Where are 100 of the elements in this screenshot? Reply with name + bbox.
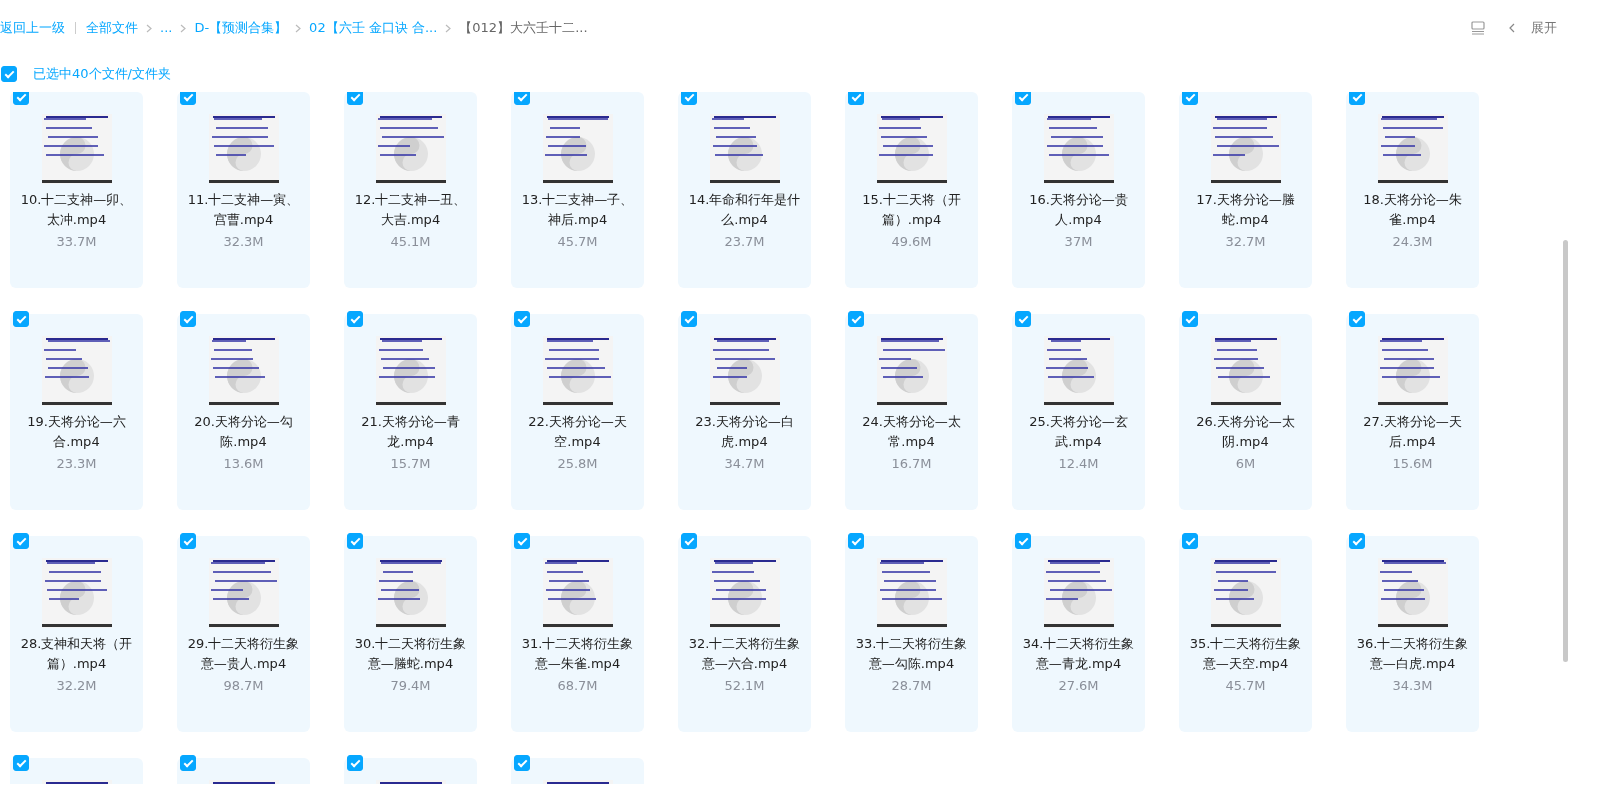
file-card[interactable]: 35.十二天将衍生象意—天空.mp4 45.7M [1179,536,1312,732]
file-card[interactable]: 22.天将分论—天空.mp4 25.8M [511,314,644,510]
file-size: 23.3M [56,455,97,473]
file-name: 32.十二天将衍生象意—六合.mp4 [688,635,801,673]
file-size: 68.7M [557,677,598,695]
file-name: 20.天将分论—勾陈.mp4 [193,413,294,451]
checkbox[interactable] [1,66,17,82]
file-card[interactable]: 13.十二支神—子、神后.mp4 45.7M [511,92,644,288]
checkbox[interactable] [681,92,697,105]
file-card[interactable]: 15.十二天将（开篇）.mp4 49.6M [845,92,978,288]
file-card[interactable]: 29.十二天将衍生象意—贵人.mp4 98.7M [177,536,310,732]
file-card[interactable]: 27.天将分论—天后.mp4 15.6M [1346,314,1479,510]
checkbox[interactable] [13,755,29,771]
file-name: 18.天将分论—朱雀.mp4 [1362,191,1463,229]
file-name: 34.十二天将衍生象意—青龙.mp4 [1022,635,1135,673]
file-card[interactable]: 17.天将分论—螣蛇.mp4 32.7M [1179,92,1312,288]
file-card[interactable]: 34.十二天将衍生象意—青龙.mp4 27.6M [1012,536,1145,732]
file-card[interactable]: 31.十二天将衍生象意—朱雀.mp4 68.7M [511,536,644,732]
checkbox[interactable] [13,92,29,105]
file-name: 30.十二天将衍生象意—螣蛇.mp4 [354,635,467,673]
checkbox[interactable] [1349,533,1365,549]
breadcrumb-link[interactable]: 【012】大六壬十二... [459,18,588,38]
checkbox[interactable] [1015,311,1031,327]
file-card[interactable]: 19.天将分论—六合.mp4 23.3M [10,314,143,510]
checkbox[interactable] [848,311,864,327]
checkbox[interactable] [1182,533,1198,549]
file-size: 32.7M [1225,233,1266,251]
file-name: 21.天将分论—青龙.mp4 [360,413,461,451]
file-card[interactable]: 12.十二支神—丑、大吉.mp4 45.1M [344,92,477,288]
checkbox[interactable] [347,755,363,771]
file-name: 19.天将分论—六合.mp4 [26,413,127,451]
checkbox[interactable] [1182,311,1198,327]
file-card[interactable]: 20.天将分论—勾陈.mp4 13.6M [177,314,310,510]
checkbox[interactable] [681,311,697,327]
file-card[interactable]: 26.天将分论—太阴.mp4 6M [1179,314,1312,510]
file-size: 25.8M [557,455,598,473]
checkbox[interactable] [514,92,530,105]
file-card[interactable]: 24.天将分论—太常.mp4 16.7M [845,314,978,510]
file-card[interactable]: 23.天将分论—白虎.mp4 34.7M [678,314,811,510]
checkbox[interactable] [13,533,29,549]
file-size: 28.7M [891,677,932,695]
checkbox[interactable] [1182,92,1198,105]
checkbox[interactable] [347,311,363,327]
file-size: 45.7M [1225,677,1266,695]
file-name: 23.天将分论—白虎.mp4 [694,413,795,451]
checkbox[interactable] [848,533,864,549]
checkbox[interactable] [1015,92,1031,105]
file-name: 31.十二天将衍生象意—朱雀.mp4 [521,635,634,673]
checkbox[interactable] [681,533,697,549]
file-name: 13.十二支神—子、神后.mp4 [521,191,634,229]
file-name: 22.天将分论—天空.mp4 [527,413,628,451]
checkbox[interactable] [180,533,196,549]
file-size: 33.7M [56,233,97,251]
checkbox[interactable] [347,533,363,549]
file-size: 34.7M [724,455,765,473]
expand-button[interactable]: 展开 [1509,18,1557,38]
file-size: 52.1M [724,677,765,695]
checkbox[interactable] [848,92,864,105]
file-name: 24.天将分论—太常.mp4 [861,413,962,451]
file-card[interactable]: 28.支神和天将（开篇）.mp4 32.2M [10,536,143,732]
checkbox[interactable] [347,92,363,105]
file-size: 6M [1235,455,1256,473]
view-toggle-icon[interactable] [1471,21,1485,35]
file-size: 32.2M [56,677,97,695]
checkbox[interactable] [180,311,196,327]
file-size: 34.3M [1392,677,1433,695]
file-card[interactable]: 33.十二天将衍生象意—勾陈.mp4 28.7M [845,536,978,732]
checkbox[interactable] [180,755,196,771]
file-size: 45.1M [390,233,431,251]
file-size: 27.6M [1058,677,1099,695]
file-size: 12.4M [1058,455,1099,473]
file-card[interactable]: 21.天将分论—青龙.mp4 15.7M [344,314,477,510]
file-card[interactable]: 18.天将分论—朱雀.mp4 24.3M [1346,92,1479,288]
file-card[interactable]: 10.十二支神—卯、太冲.mp4 33.7M [10,92,143,288]
file-size: 23.7M [724,233,765,251]
file-name: 15.十二天将（开篇）.mp4 [861,191,962,229]
file-name: 25.天将分论—玄武.mp4 [1028,413,1129,451]
checkbox[interactable] [514,533,530,549]
checkbox[interactable] [180,92,196,105]
file-name: 17.天将分论—螣蛇.mp4 [1195,191,1296,229]
file-name: 36.十二天将衍生象意—白虎.mp4 [1356,635,1469,673]
file-card[interactable]: 14.年命和行年是什么.mp4 23.7M [678,92,811,288]
checkbox[interactable] [1349,92,1365,105]
file-name: 35.十二天将衍生象意—天空.mp4 [1189,635,1302,673]
file-name: 11.十二支神—寅、宫曹.mp4 [187,191,300,229]
file-card[interactable]: 25.天将分论—玄武.mp4 12.4M [1012,314,1145,510]
file-card[interactable]: 36.十二天将衍生象意—白虎.mp4 34.3M [1346,536,1479,732]
file-card[interactable]: 30.十二天将衍生象意—螣蛇.mp4 79.4M [344,536,477,732]
checkbox[interactable] [13,311,29,327]
chevron-icon [1509,23,1515,33]
file-card[interactable]: 11.十二支神—寅、宫曹.mp4 32.3M [177,92,310,288]
scrollbar[interactable] [1563,240,1568,662]
checkbox[interactable] [1349,311,1365,327]
checkbox[interactable] [514,755,530,771]
file-card[interactable]: 32.十二天将衍生象意—六合.mp4 52.1M [678,536,811,732]
file-size: 45.7M [557,233,598,251]
file-card[interactable]: 16.天将分论—贵人.mp4 37M [1012,92,1145,288]
file-size: 79.4M [390,677,431,695]
checkbox[interactable] [514,311,530,327]
checkbox[interactable] [1015,533,1031,549]
